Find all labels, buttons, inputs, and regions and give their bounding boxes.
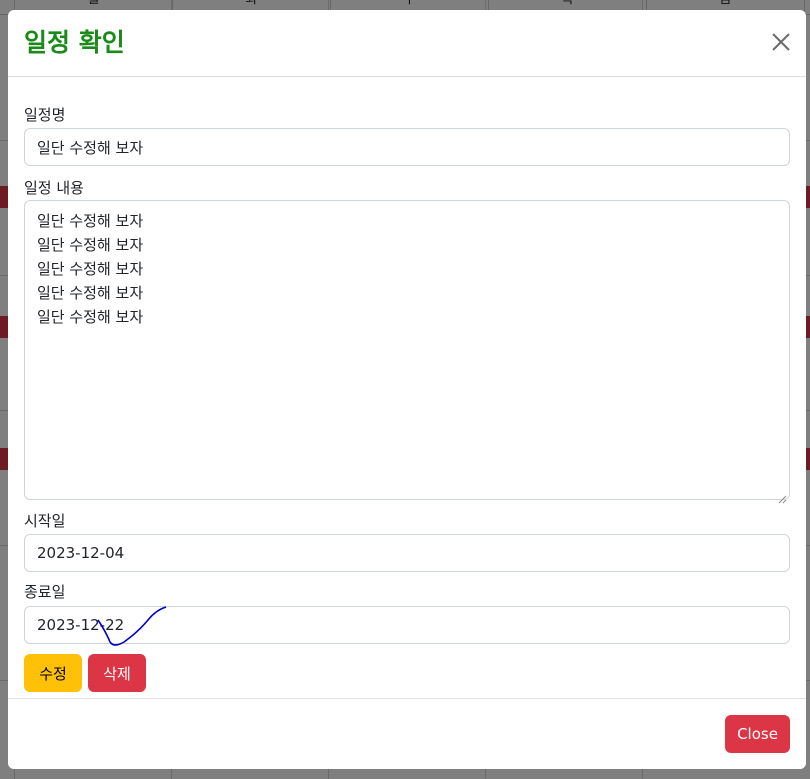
modal-footer: Close	[8, 698, 806, 769]
modal-title: 일정 확인	[24, 28, 125, 57]
schedule-name-value: 일단 수정해 보자	[37, 138, 144, 157]
start-date-label: 시작일	[24, 512, 66, 530]
close-button[interactable]: Close	[725, 715, 790, 753]
edit-button[interactable]: 수정	[24, 654, 82, 692]
resize-handle-icon[interactable]	[777, 487, 787, 504]
content-line: 일단 수정해 보자	[37, 284, 144, 302]
delete-button[interactable]: 삭제	[88, 654, 146, 692]
end-date-input[interactable]: 2023-12-22	[24, 606, 790, 644]
schedule-content-label: 일정 내용	[24, 179, 84, 197]
schedule-content-textarea[interactable]: 일단 수정해 보자 일단 수정해 보자 일단 수정해 보자 일단 수정해 보자 …	[24, 200, 790, 504]
schedule-modal: 일정 확인 일정명 일단 수정해 보자 일정 내용 일단 수정해 보자 일단 수…	[8, 10, 806, 769]
schedule-name-input[interactable]: 일단 수정해 보자	[24, 128, 790, 166]
modal-header: 일정 확인	[8, 10, 806, 77]
start-date-input[interactable]: 2023-12-04	[24, 534, 790, 572]
schedule-name-label: 일정명	[24, 106, 66, 124]
end-date-value: 2023-12-22	[37, 616, 125, 634]
start-date-value: 2023-12-04	[37, 544, 125, 562]
content-line: 일단 수정해 보자	[37, 212, 144, 230]
content-line: 일단 수정해 보자	[37, 260, 144, 278]
content-line: 일단 수정해 보자	[37, 236, 144, 254]
end-date-label: 종료일	[24, 583, 66, 601]
content-line: 일단 수정해 보자	[37, 308, 144, 326]
close-x-icon[interactable]	[770, 31, 792, 53]
